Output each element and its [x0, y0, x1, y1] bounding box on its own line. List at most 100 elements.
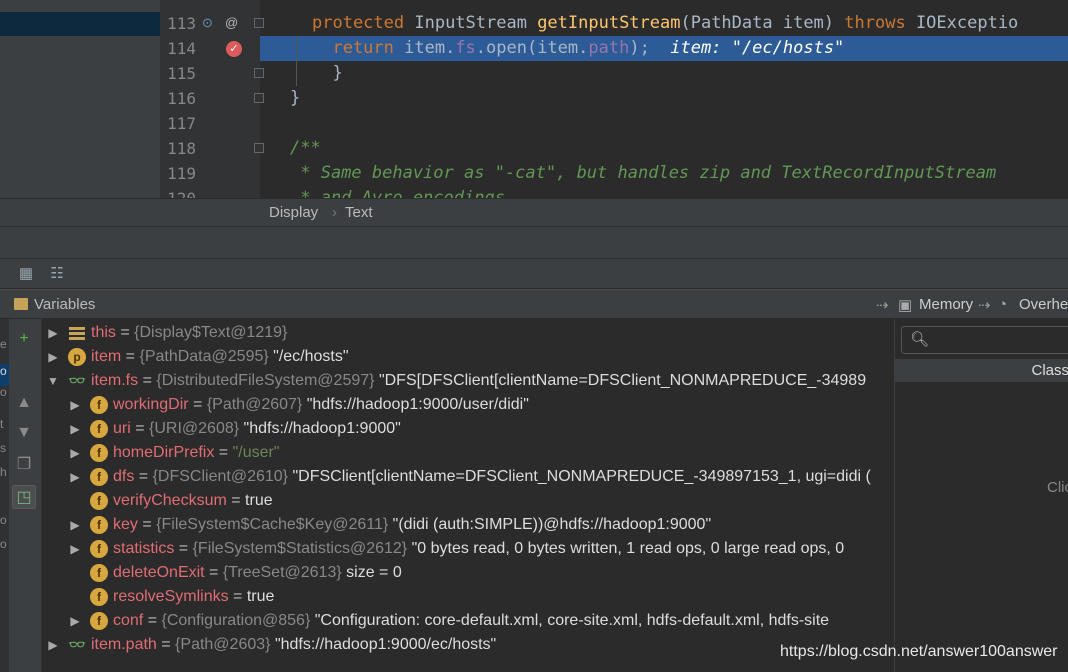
code-line[interactable]: /** — [290, 136, 321, 161]
code-line[interactable]: } — [290, 86, 300, 111]
line-number: 115 — [167, 64, 196, 83]
equals-sign: = — [137, 516, 157, 533]
equals-sign: = — [174, 540, 193, 557]
variable-name: this — [91, 324, 116, 341]
variable-row[interactable]: f verifyChecksum = true — [42, 489, 894, 513]
field-icon: f — [90, 492, 108, 510]
expand-arrow-icon[interactable]: ▶ — [68, 441, 82, 465]
code-line[interactable]: * Same behavior as "-cat", but handles z… — [290, 161, 996, 186]
variable-value: "(didi (auth:SIMPLE))@hdfs://hadoop1:900… — [392, 516, 712, 533]
code-token: protected — [312, 13, 415, 33]
pin-tab-icon[interactable]: ⇢ — [978, 296, 991, 314]
variable-value: "Configuration: core-default.xml, core-s… — [314, 612, 830, 629]
code-token: throws — [844, 13, 916, 33]
variable-text: this = {Display$Text@1219} — [91, 321, 287, 345]
breadcrumb-spacer — [0, 199, 160, 227]
variable-text: item.fs = {DistributedFileSystem@2597} "… — [91, 369, 866, 393]
copy-icon[interactable]: ❐ — [12, 453, 36, 477]
table-view-icon[interactable]: ▦ — [16, 264, 36, 284]
field-icon: f — [90, 516, 108, 534]
variable-row[interactable]: ▶ f statistics = {FileSystem$Statistics@26… — [42, 537, 894, 561]
breadcrumb: Display › Text — [0, 198, 1068, 227]
expand-arrow-icon[interactable]: ▶ — [68, 609, 82, 633]
variable-type: {DistributedFileSystem@2597} — [156, 372, 379, 389]
equals-sign: = — [226, 492, 246, 509]
restore-layout-icon[interactable]: ⇢ — [876, 296, 889, 314]
tab-overhead[interactable]: Overhea — [1019, 296, 1068, 313]
expand-arrow-icon[interactable]: ▶ — [68, 537, 82, 561]
variable-name: item.path — [91, 636, 157, 653]
variable-value: "/ec/hosts" — [273, 348, 349, 365]
implements-icon[interactable]: ⊙ — [202, 16, 213, 30]
column-class[interactable]: Class — [1031, 362, 1068, 379]
fold-marker-icon[interactable] — [254, 68, 264, 78]
breakpoint-icon[interactable]: ✓ — [226, 41, 242, 57]
variable-row[interactable]: ▶ 👓︎ item.path = {Path@2603} "hdfs://hadoo… — [42, 633, 894, 657]
breadcrumb-item-display[interactable]: Display — [269, 204, 318, 221]
variable-value: "/user" — [232, 444, 280, 461]
expand-arrow-icon[interactable]: ▶ — [68, 417, 82, 441]
variable-row[interactable]: f deleteOnExit = {TreeSet@2613} size = 0 — [42, 561, 894, 585]
code-token: return — [312, 38, 405, 58]
variable-text: item = {PathData@2595} "/ec/hosts" — [91, 345, 349, 369]
edge-selected-marker: o — [0, 364, 9, 386]
code-token: } — [290, 88, 301, 108]
variable-value: "DFS[DFSClient[clientName=DFSClient_NONM… — [378, 372, 867, 389]
move-up-icon[interactable]: ▲ — [12, 391, 36, 415]
code-token: * Same behavior as "-cat", but handles z… — [290, 163, 997, 183]
field-icon: f — [90, 612, 108, 630]
variable-text: resolveSymlinks = true — [113, 585, 274, 609]
variable-text: key = {FileSystem$Cache$Key@2611} "(didi… — [113, 513, 711, 537]
variables-tree[interactable]: ▶ this = {Display$Text@1219} ▶ p item = {Pa… — [42, 319, 894, 672]
variable-row[interactable]: ▶ f conf = {Configuration@856} "Configurat… — [42, 609, 894, 633]
breadcrumb-item-text[interactable]: Text — [345, 204, 373, 221]
variable-row[interactable]: ▶ f workingDir = {Path@2607} "hdfs://hadoo… — [42, 393, 894, 417]
code-line[interactable]: protected InputStream getInputStream(Pat… — [312, 11, 1018, 36]
fold-marker-icon[interactable] — [254, 143, 264, 153]
debug-toolbar: ▦ ☷ — [0, 258, 1068, 288]
selected-tree-row[interactable] — [0, 12, 160, 36]
search-icon: 🔍︎ — [910, 331, 930, 348]
variable-row[interactable]: ▶ f dfs = {DFSClient@2610} "DFSClient[clie… — [42, 465, 894, 489]
variables-title: Variables — [34, 296, 96, 313]
variable-row[interactable]: ▶ this = {Display$Text@1219} — [42, 321, 894, 345]
variable-row[interactable]: ▼ 👓︎ item.fs = {DistributedFileSystem@2597… — [42, 369, 894, 393]
tab-memory[interactable]: Memory — [919, 296, 973, 313]
field-icon: f — [90, 468, 108, 486]
variables-header: Variables ⇢ ▣ Memory ⇢ ◔ Overhea — [0, 289, 1068, 319]
code-line[interactable]: * and Avro encodings. — [290, 186, 515, 198]
watch-icon: 👓︎ — [68, 373, 86, 388]
variable-type: {Configuration@856} — [161, 612, 315, 629]
expand-arrow-icon[interactable]: ▶ — [68, 393, 82, 417]
move-down-icon[interactable]: ▼ — [12, 421, 36, 445]
expand-arrow-icon[interactable]: ▶ — [46, 345, 60, 369]
memory-panel: 🔍︎ Class Clic — [894, 319, 1068, 672]
fold-marker-icon[interactable] — [254, 18, 264, 28]
variable-value: "hdfs://hadoop1:9000" — [243, 420, 401, 437]
code-token: fs — [455, 38, 476, 58]
code-line[interactable]: } — [312, 61, 342, 86]
variable-row[interactable]: ▶ f homeDirPrefix = "/user" — [42, 441, 894, 465]
code-editor[interactable]: ⊙ @ ✓ 113 protected InputStream getInputS… — [0, 0, 1068, 198]
expand-arrow-icon[interactable]: ▶ — [46, 633, 60, 657]
expand-arrow-icon[interactable]: ▶ — [68, 513, 82, 537]
memory-icon: ▣ — [898, 297, 913, 314]
memory-search-input[interactable]: 🔍︎ — [901, 326, 1068, 354]
code-line[interactable]: return item.fs.open(item.path); item: "/… — [312, 36, 844, 61]
variable-row[interactable]: ▶ f key = {FileSystem$Cache$Key@2611} "(di… — [42, 513, 894, 537]
expand-arrow-icon[interactable]: ▶ — [46, 321, 60, 345]
variable-row[interactable]: ▶ p item = {PathData@2595} "/ec/hosts" — [42, 345, 894, 369]
indent-guide — [296, 36, 297, 86]
collapse-arrow-icon[interactable]: ▼ — [46, 369, 60, 393]
variable-row[interactable]: f resolveSymlinks = true — [42, 585, 894, 609]
field-icon: f — [90, 540, 108, 558]
override-icon[interactable]: @ — [225, 16, 238, 30]
variable-row[interactable]: ▶ f uri = {URI@2608} "hdfs://hadoop1:9000" — [42, 417, 894, 441]
watch-icon: 👓︎ — [68, 637, 86, 652]
expand-arrow-icon[interactable]: ▶ — [68, 465, 82, 489]
new-watch-icon[interactable]: + — [12, 327, 36, 351]
threads-view-icon[interactable]: ☷ — [47, 264, 67, 284]
fold-marker-icon[interactable] — [254, 93, 264, 103]
show-watches-icon[interactable]: ◳ — [12, 485, 36, 509]
line-number: 120 — [160, 186, 196, 198]
